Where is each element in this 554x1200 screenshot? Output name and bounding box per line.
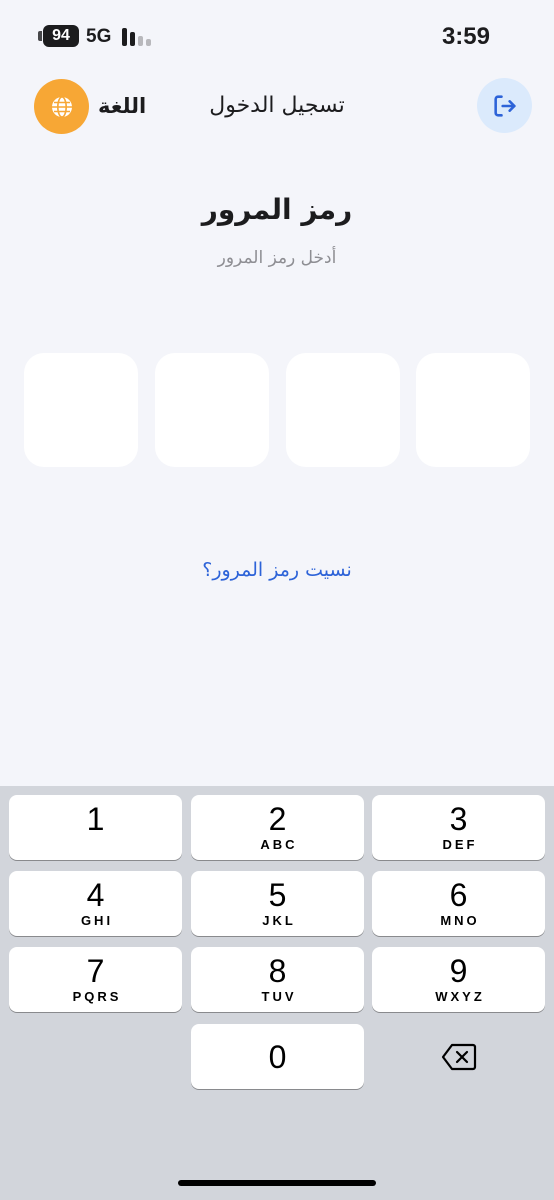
key-digit: 2	[268, 801, 287, 837]
forgot-passcode-link[interactable]: نسيت رمز المرور؟	[0, 557, 554, 583]
key-digit: 0	[268, 1039, 287, 1075]
key-5[interactable]: 5 JKL	[191, 871, 364, 936]
key-digit: 6	[449, 877, 468, 913]
language-button[interactable]	[34, 79, 89, 134]
key-digit: 5	[268, 877, 287, 913]
key-2[interactable]: 2 ABC	[191, 795, 364, 860]
key-6[interactable]: 6 MNO	[372, 871, 545, 936]
pin-digit-box[interactable]	[155, 353, 269, 467]
key-letters: JKL	[262, 913, 296, 928]
key-letters: GHI	[80, 913, 114, 928]
signal-icon	[122, 28, 151, 46]
key-digit: 8	[268, 953, 287, 989]
battery-nub	[38, 31, 42, 41]
signal-bar	[130, 32, 135, 46]
status-bar: 94 5G 3:59	[0, 0, 554, 76]
key-4[interactable]: 4 GHI	[9, 871, 182, 936]
key-letters: MNO	[440, 913, 480, 928]
key-letters: ABC	[260, 837, 298, 852]
globe-icon	[51, 95, 72, 118]
delete-key[interactable]	[372, 1024, 545, 1089]
pin-digit-box[interactable]	[416, 353, 530, 467]
page-title: رمز المرور	[201, 193, 353, 226]
key-digit: 1	[86, 801, 105, 837]
key-3[interactable]: 3 DEF	[372, 795, 545, 860]
key-8[interactable]: 8 TUV	[191, 947, 364, 1012]
signal-bar	[146, 39, 151, 46]
key-digit: 7	[86, 953, 105, 989]
home-indicator	[178, 1180, 376, 1186]
key-letters: WXYZ	[435, 989, 485, 1004]
header-title: تسجيل الدخول	[209, 93, 345, 118]
pin-digit-box[interactable]	[286, 353, 400, 467]
battery-level: 94	[43, 25, 79, 47]
backspace-icon	[441, 1043, 476, 1070]
key-letters: PQRS	[72, 989, 122, 1004]
clock: 3:59	[441, 23, 490, 50]
key-letters: DEF	[442, 837, 478, 852]
key-9[interactable]: 9 WXYZ	[372, 947, 545, 1012]
passcode-screen: 94 5G 3:59 اللغة تسجيل الدخول رمز المرور…	[0, 0, 554, 1200]
signal-bar	[138, 36, 143, 46]
numeric-keypad: 1 2 ABC 3 DEF 4 GHI 5 JKL 6 MNO 7 PQRS 8	[0, 786, 554, 1200]
pin-input[interactable]	[24, 353, 530, 467]
page-subtitle: أدخل رمز المرور	[217, 248, 337, 268]
key-7[interactable]: 7 PQRS	[9, 947, 182, 1012]
key-digit: 4	[86, 877, 105, 913]
network-type: 5G	[86, 26, 112, 47]
key-0[interactable]: 0	[191, 1024, 364, 1089]
key-digit: 9	[449, 953, 468, 989]
logout-button[interactable]	[477, 78, 532, 133]
key-1[interactable]: 1	[9, 795, 182, 860]
logout-icon	[493, 94, 516, 117]
key-digit: 3	[449, 801, 468, 837]
signal-bar	[122, 28, 127, 46]
key-letters: TUV	[261, 989, 297, 1004]
battery-indicator: 94	[38, 25, 79, 47]
pin-digit-box[interactable]	[24, 353, 138, 467]
language-label[interactable]: اللغة	[98, 92, 146, 120]
